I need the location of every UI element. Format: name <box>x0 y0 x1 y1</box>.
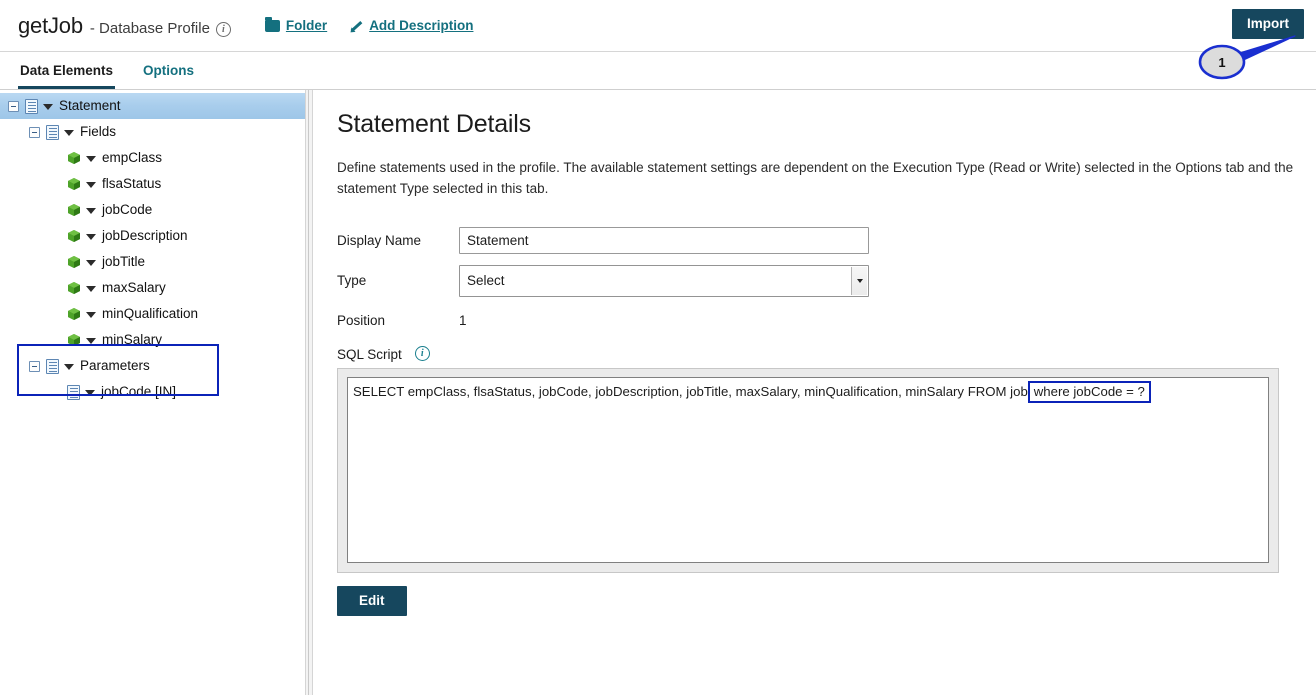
type-row: Type Select <box>337 264 1298 297</box>
tree-expander-icon[interactable] <box>8 100 19 112</box>
cube-icon <box>67 281 81 295</box>
chevron-down-icon[interactable] <box>86 234 96 240</box>
chevron-down-icon[interactable] <box>851 266 867 295</box>
tree-item-label: empClass <box>102 150 163 166</box>
body-split: Statement Fields empClass flsaStatus jobCode… <box>0 90 1316 695</box>
display-name-row: Display Name <box>337 226 1298 256</box>
tree-item-label: jobTitle <box>102 254 146 270</box>
cube-icon <box>67 203 81 217</box>
sql-script-label: SQL Script <box>337 346 402 362</box>
tree-item-label: Fields <box>80 124 117 140</box>
data-elements-tree-panel: Statement Fields empClass flsaStatus jobCode… <box>0 90 305 695</box>
folder-link-label: Folder <box>285 18 328 33</box>
tree-item-label: flsaStatus <box>102 176 162 192</box>
tree-item-minqualification[interactable]: minQualification <box>0 301 305 327</box>
sql-info-icon[interactable]: i <box>414 345 430 361</box>
tree-item-jobdescription[interactable]: jobDescription <box>0 223 305 249</box>
folder-icon <box>264 16 280 32</box>
tree-item-empclass[interactable]: empClass <box>0 145 305 171</box>
app-header: getJob - Database Profile i Folder Add D… <box>0 0 1316 52</box>
sql-text-highlighted: where jobCode = ? <box>1027 380 1151 403</box>
cube-icon <box>67 307 81 321</box>
chevron-down-icon[interactable] <box>86 286 96 292</box>
cube-icon <box>67 255 81 269</box>
position-value: 1 <box>459 313 467 329</box>
document-icon <box>46 358 59 374</box>
header-actions: Folder Add Description <box>264 16 473 33</box>
import-button[interactable]: Import <box>1232 9 1304 39</box>
pencil-icon <box>349 19 363 33</box>
cube-icon <box>67 151 81 165</box>
tree-item-jobcode-in[interactable]: jobCode [IN] <box>0 379 305 405</box>
tree-item-label: minQualification <box>102 306 199 322</box>
sql-script-text: SELECT empClass, flsaStatus, jobCode, jo… <box>353 380 1151 403</box>
type-select-value: Select <box>467 273 505 289</box>
type-select[interactable]: Select <box>459 264 869 297</box>
app-subtitle: - Database Profile <box>89 19 210 37</box>
display-name-label: Display Name <box>337 233 422 249</box>
type-label: Type <box>337 273 367 289</box>
chevron-down-icon[interactable] <box>86 208 96 214</box>
add-description-label: Add Description <box>369 18 474 33</box>
info-icon[interactable]: i <box>215 21 231 37</box>
tree-item-fields[interactable]: Fields <box>0 119 305 145</box>
document-icon <box>25 98 38 114</box>
chevron-down-icon[interactable] <box>85 390 95 396</box>
tree-item-label: maxSalary <box>102 280 166 296</box>
tree-item-label: Statement <box>59 98 121 114</box>
chevron-down-icon[interactable] <box>43 104 53 110</box>
tree-item-statement[interactable]: Statement <box>0 93 305 119</box>
chevron-down-icon[interactable] <box>64 130 74 136</box>
tree-item-jobcode[interactable]: jobCode <box>0 197 305 223</box>
tree-item-label: jobCode [IN] <box>101 384 177 400</box>
cube-icon <box>67 229 81 243</box>
edit-button[interactable]: Edit <box>337 585 407 616</box>
chevron-down-icon[interactable] <box>86 260 96 266</box>
folder-link[interactable]: Folder <box>264 16 328 33</box>
add-description-link[interactable]: Add Description <box>349 18 473 33</box>
panel-splitter[interactable] <box>305 90 313 695</box>
page-title-group: getJob - Database Profile i <box>18 13 231 39</box>
tree-item-flsastatus[interactable]: flsaStatus <box>0 171 305 197</box>
page-title: Statement Details <box>337 110 531 138</box>
tree-item-parameters[interactable]: Parameters <box>0 353 305 379</box>
tree-item-label: jobCode <box>102 202 153 218</box>
tab-bar: Data Elements Options <box>0 52 1316 90</box>
document-icon <box>46 124 59 140</box>
tree-item-minsalary[interactable]: minSalary <box>0 327 305 353</box>
tree-item-label: Parameters <box>80 358 150 374</box>
page-description: Define statements used in the profile. T… <box>337 160 1294 197</box>
tree-item-label: minSalary <box>102 332 163 348</box>
tree-expander-icon[interactable] <box>29 360 40 372</box>
tree-item-maxsalary[interactable]: maxSalary <box>0 275 305 301</box>
data-elements-tree: Statement Fields empClass flsaStatus jobCode… <box>0 90 305 405</box>
chevron-down-icon[interactable] <box>86 312 96 318</box>
cube-icon <box>67 177 81 191</box>
chevron-down-icon[interactable] <box>86 182 96 188</box>
tab-data-elements[interactable]: Data Elements <box>18 63 116 89</box>
statement-details-panel: Statement Details Define statements used… <box>313 90 1316 695</box>
position-row: Position 1 <box>337 306 1298 336</box>
chevron-down-icon[interactable] <box>86 156 96 162</box>
app-name: getJob <box>18 12 83 38</box>
sql-script-frame: SELECT empClass, flsaStatus, jobCode, jo… <box>337 367 1279 573</box>
chevron-down-icon[interactable] <box>86 338 96 344</box>
sql-script-textarea[interactable]: SELECT empClass, flsaStatus, jobCode, jo… <box>347 376 1269 563</box>
tree-expander-icon[interactable] <box>29 126 40 138</box>
sql-text-plain: SELECT empClass, flsaStatus, jobCode, jo… <box>353 383 1028 399</box>
sql-script-label-row: SQL Script i <box>337 345 1298 362</box>
chevron-down-icon[interactable] <box>64 364 74 370</box>
document-icon <box>67 384 80 400</box>
cube-icon <box>67 333 81 347</box>
tree-item-label: jobDescription <box>102 228 188 244</box>
display-name-input[interactable] <box>459 227 869 255</box>
tab-options[interactable]: Options <box>141 63 196 89</box>
position-label: Position <box>337 313 386 329</box>
tree-item-jobtitle[interactable]: jobTitle <box>0 249 305 275</box>
